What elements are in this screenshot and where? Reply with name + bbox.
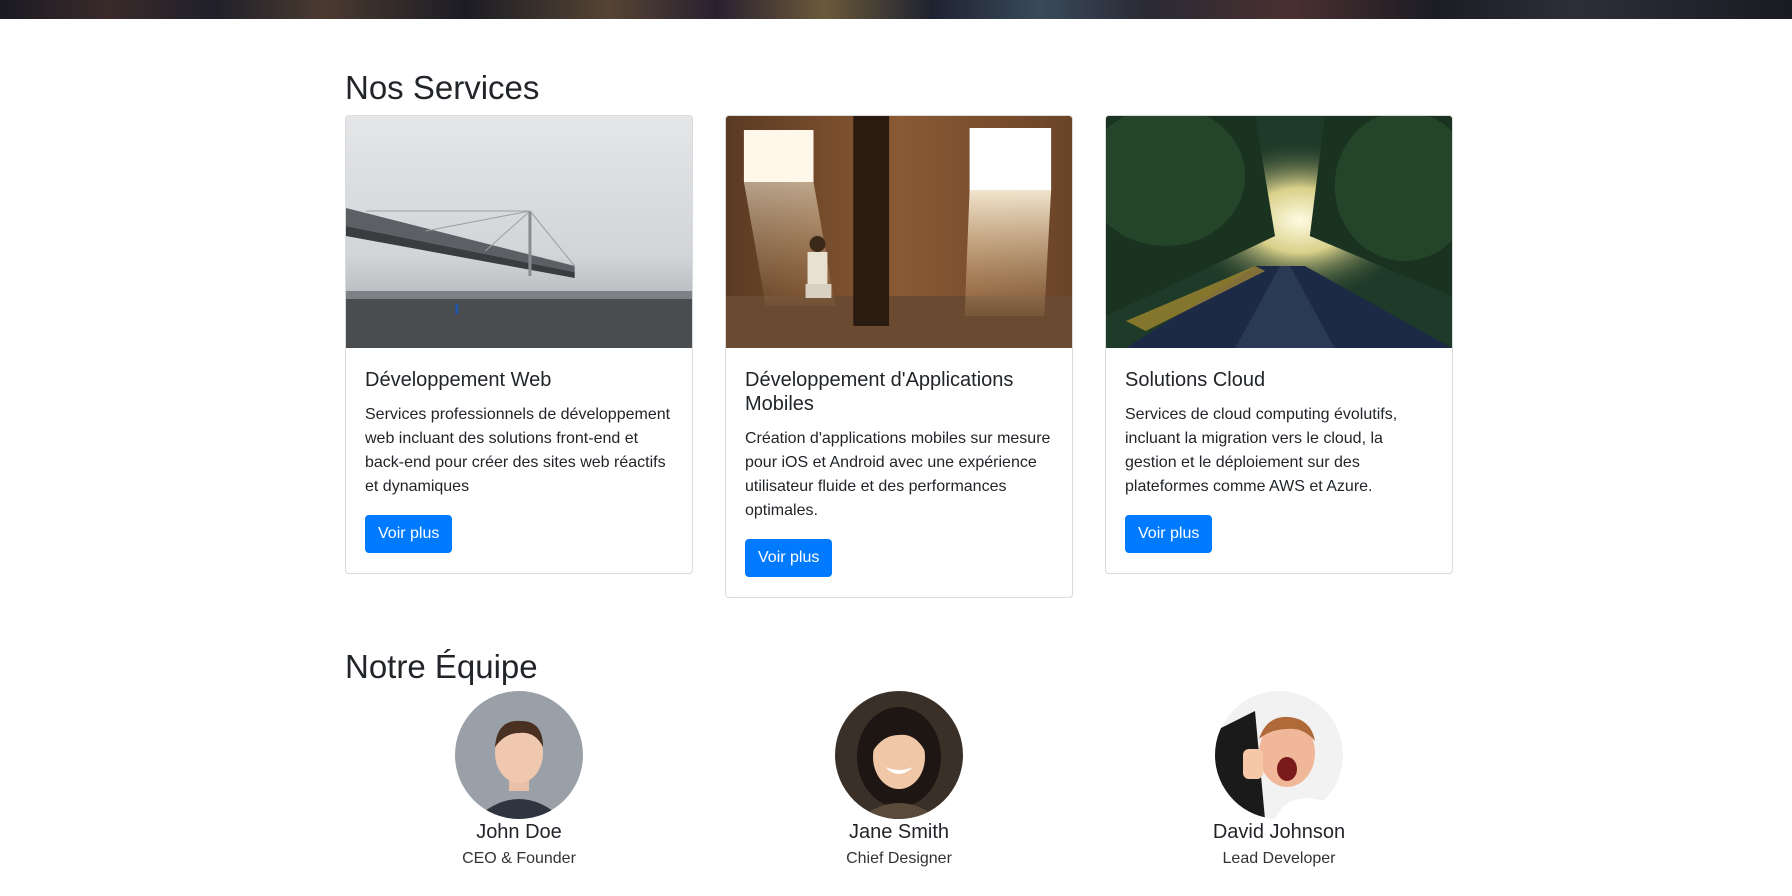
services-heading: Nos Services [345, 69, 540, 106]
voir-plus-button[interactable]: Voir plus [365, 515, 453, 553]
person-in-sunlit-warehouse-photo [726, 116, 1072, 348]
card-text: Services de cloud computing évolutifs, i… [1125, 406, 1398, 495]
card-title: Développement Web [365, 369, 552, 391]
team-heading: Notre Équipe [345, 648, 538, 685]
member-name: David Johnson [1212, 821, 1346, 843]
service-card-cloud: Solutions Cloud Services de cloud comput… [1105, 115, 1453, 574]
foggy-bridge-photo [346, 116, 692, 348]
member-role: CEO & Founder [462, 850, 576, 867]
card-text: Services professionnels de développement… [365, 406, 671, 495]
team-member-jane: Jane Smith Chief Designer [725, 691, 1073, 868]
team-member-john: John Doe CEO & Founder [345, 691, 693, 868]
service-card-mobile: Développement d'Applications Mobiles Cré… [725, 115, 1073, 598]
member-role: Chief Designer [846, 850, 952, 867]
member-name: John Doe [476, 821, 562, 843]
card-title: Développement d'Applications Mobiles [745, 369, 1014, 415]
member-role: Lead Developer [1222, 850, 1336, 867]
voir-plus-button[interactable]: Voir plus [745, 539, 833, 577]
member-name: Jane Smith [848, 821, 950, 843]
service-card-web: Développement Web Services professionnel… [345, 115, 693, 574]
tree-lined-road-sunset-photo [1106, 116, 1452, 348]
hero-banner-image [0, 0, 1792, 19]
avatar [835, 691, 963, 819]
card-title: Solutions Cloud [1125, 369, 1266, 391]
avatar [455, 691, 583, 819]
avatar [1215, 691, 1343, 819]
card-text: Création d'applications mobiles sur mesu… [745, 430, 1051, 519]
team-member-david: David Johnson Lead Developer [1105, 691, 1453, 868]
voir-plus-button[interactable]: Voir plus [1125, 515, 1213, 553]
